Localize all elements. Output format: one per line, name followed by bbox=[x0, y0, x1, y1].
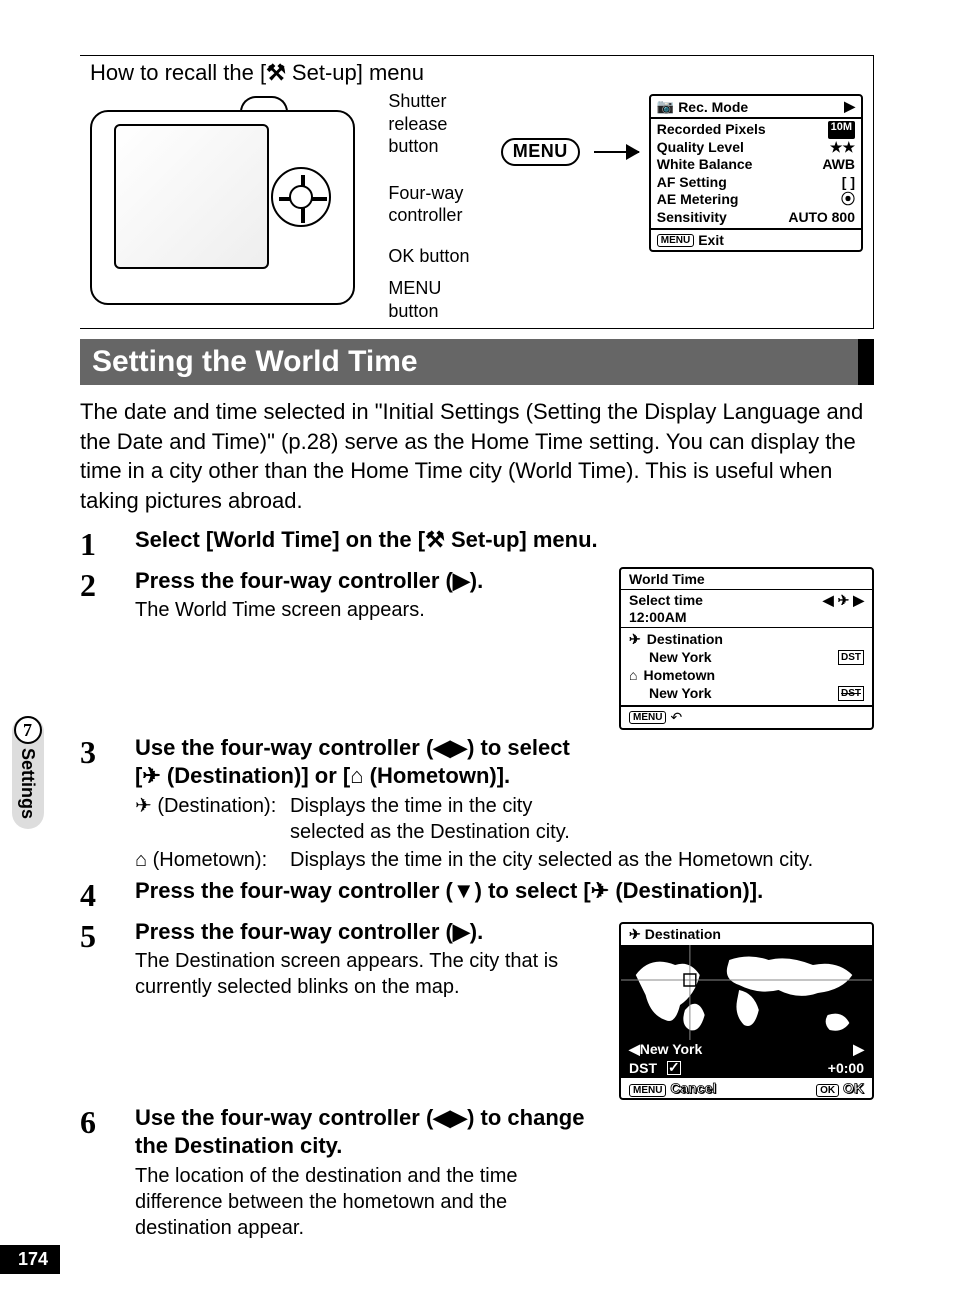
rec-item-label: Sensitivity bbox=[657, 209, 727, 227]
menu-label: MENU button bbox=[388, 277, 490, 322]
world-map bbox=[621, 945, 872, 1040]
shutter-label: Shutter release button bbox=[388, 90, 490, 158]
step-desc: The Destination screen appears. The city… bbox=[135, 948, 595, 1000]
triangle-left-icon: ◀ bbox=[629, 1041, 640, 1057]
cancel-label: Cancel bbox=[670, 1080, 716, 1096]
ok-label: OK bbox=[843, 1080, 864, 1096]
triangle-right-icon: ▶ bbox=[853, 1041, 864, 1058]
airplane-icon: ✈ bbox=[629, 630, 641, 648]
def-term: (Destination): bbox=[152, 795, 277, 817]
airplane-icon: ✈ bbox=[591, 878, 609, 903]
airplane-icon: ✈ bbox=[838, 592, 850, 608]
world-time-screen: World Time Select time ◀ ✈ ▶ 12:00AM bbox=[619, 567, 874, 730]
destination-screen: ✈ Destination bbox=[619, 922, 874, 1100]
recall-title-suf: Set-up] menu bbox=[286, 60, 424, 85]
menu-pill: MENU bbox=[629, 711, 666, 724]
recall-title: How to recall the [⚒ Set-up] menu bbox=[90, 60, 863, 86]
airplane-icon: ✈ bbox=[135, 795, 152, 817]
menu-pill: MENU bbox=[629, 1084, 666, 1097]
dst-label: DST bbox=[629, 1060, 657, 1076]
recall-box: How to recall the [⚒ Set-up] menu Shutte… bbox=[80, 55, 874, 329]
page-number: 174 bbox=[0, 1245, 60, 1274]
rec-item-label: White Balance bbox=[657, 156, 753, 174]
step-number: 3 bbox=[80, 734, 135, 771]
camera-labels: Shutter release button Four-way controll… bbox=[388, 90, 490, 322]
rec-item-label: AE Metering bbox=[657, 191, 739, 209]
dest-header-label: Destination bbox=[645, 926, 721, 942]
step-title-text: Press the four-way controller (▼) to sel… bbox=[135, 878, 591, 903]
step-title-text: (Hometown)]. bbox=[364, 763, 511, 788]
step-desc: The location of the destination and the … bbox=[135, 1163, 595, 1241]
wt-home-city: New York bbox=[649, 684, 712, 702]
section-label: Settings bbox=[17, 748, 38, 819]
dst-tag: DST bbox=[838, 650, 864, 665]
rec-item-value: 10M bbox=[828, 121, 855, 139]
rec-item-label: Quality Level bbox=[657, 139, 744, 157]
arrow-right-icon bbox=[594, 151, 639, 153]
rec-item-label: AF Setting bbox=[657, 174, 727, 192]
step-title-text: (Destination)]. bbox=[609, 878, 763, 903]
step-2: 2 World Time Select time ◀ ✈ ▶ 12 bbox=[80, 567, 874, 730]
wt-time: 12:00AM bbox=[629, 609, 864, 625]
camera-illustration bbox=[90, 90, 378, 300]
rec-item-value: ⦿ bbox=[841, 191, 855, 209]
exit-label: Exit bbox=[698, 232, 724, 248]
ok-label: OK button bbox=[388, 245, 490, 268]
home-icon: ⌂ bbox=[350, 763, 363, 788]
rec-item-value: ★★ bbox=[830, 139, 855, 157]
wt-home-label: Hometown bbox=[643, 666, 715, 684]
section-header: Setting the World Time bbox=[80, 339, 874, 385]
step-title-text: Set-up] menu. bbox=[445, 527, 598, 552]
step-1: 1 Select [World Time] on the [⚒ Set-up] … bbox=[80, 526, 874, 563]
def-desc: Displays the time in the city selected a… bbox=[290, 793, 590, 845]
def-term: (Hometown): bbox=[147, 849, 267, 871]
setup-icon: ⚒ bbox=[425, 527, 445, 552]
dst-tag-off: DST bbox=[838, 686, 864, 701]
rec-item-label: Recorded Pixels bbox=[657, 121, 766, 139]
step-number: 5 bbox=[80, 918, 135, 955]
rec-mode-tab: Rec. Mode bbox=[678, 99, 748, 115]
rec-item-value: AUTO 800 bbox=[788, 209, 855, 227]
step-number: 4 bbox=[80, 877, 135, 914]
rec-mode-screen: 📷 Rec. Mode ▶ Recorded Pixels10M Quality… bbox=[649, 94, 863, 252]
checkbox-checked-icon bbox=[667, 1061, 681, 1075]
wt-dest-label: Destination bbox=[647, 630, 723, 648]
recall-title-pre: How to recall the [ bbox=[90, 60, 266, 85]
home-icon: ⌂ bbox=[629, 666, 637, 684]
step-number: 6 bbox=[80, 1104, 135, 1141]
side-section-tab: 7 Settings bbox=[0, 730, 55, 870]
step-5: 5 ✈ Destination bbox=[80, 918, 874, 1100]
airplane-icon: ✈ bbox=[142, 763, 160, 788]
rec-item-value: AWB bbox=[822, 156, 855, 174]
home-icon: ⌂ bbox=[135, 849, 147, 871]
camera-icon: 📷 bbox=[657, 98, 674, 115]
airplane-icon: ✈ bbox=[629, 926, 641, 943]
step-title-text: (Destination)] or [ bbox=[161, 763, 350, 788]
step-6: 6 Use the four-way controller (◀▶) to ch… bbox=[80, 1104, 874, 1241]
ok-button-icon bbox=[289, 185, 313, 209]
step-number: 1 bbox=[80, 526, 135, 563]
setup-icon: ⚒ bbox=[266, 60, 286, 85]
menu-button[interactable]: MENU bbox=[501, 138, 580, 166]
triangle-right-icon: ▶ bbox=[853, 592, 864, 608]
section-number: 7 bbox=[14, 716, 42, 744]
step-4: 4 Press the four-way controller (▼) to s… bbox=[80, 877, 874, 914]
wt-dest-city: New York bbox=[649, 648, 712, 666]
time-offset: +0:00 bbox=[828, 1060, 864, 1076]
step-title: Use the four-way controller (◀▶) to chan… bbox=[135, 1104, 595, 1161]
rec-item-value: [ ] bbox=[842, 174, 855, 192]
menu-pill: MENU bbox=[657, 234, 694, 247]
intro-text: The date and time selected in "Initial S… bbox=[80, 397, 874, 516]
wt-tab: World Time bbox=[621, 569, 872, 590]
triangle-left-icon: ◀ bbox=[823, 592, 834, 608]
step-number: 2 bbox=[80, 567, 135, 604]
fourway-label: Four-way controller bbox=[388, 182, 490, 227]
wt-select-label: Select time bbox=[629, 592, 703, 608]
dest-city: New York bbox=[640, 1041, 703, 1057]
step-title-text: Select [World Time] on the [ bbox=[135, 527, 425, 552]
ok-pill: OK bbox=[816, 1084, 839, 1097]
def-desc: Displays the time in the city selected a… bbox=[290, 847, 813, 873]
step-3: 3 Use the four-way controller (◀▶) to se… bbox=[80, 734, 874, 873]
back-icon: ↶ bbox=[670, 709, 682, 726]
